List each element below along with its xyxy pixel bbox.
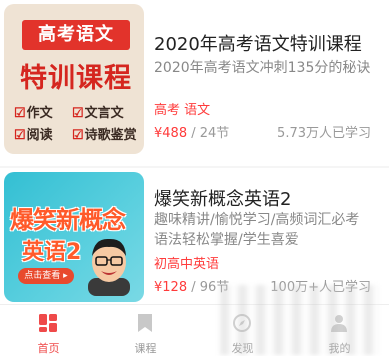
course-price: ¥488 (154, 126, 188, 141)
check-icon: ☑ (14, 106, 26, 121)
bottom-tab-bar: 首页 课程 发现 我的 (0, 304, 389, 356)
tab-profile[interactable]: 我的 (291, 305, 388, 356)
course-card-1[interactable]: 高考语文 特训课程 ☑作文 ☑文言文 ☑阅读 ☑诗歌鉴赏 2020年高考语文特训… (0, 0, 389, 166)
course-title[interactable]: 2020年高考语文特训课程 (154, 30, 362, 56)
check-icon: ☑ (72, 106, 84, 121)
check-icon: ☑ (72, 128, 84, 143)
course-tags: 高考 语文 (154, 103, 211, 118)
thumbnail-banner-title: 高考语文 (22, 20, 130, 50)
profile-icon (331, 315, 347, 332)
teacher-avatar-illustration (88, 238, 130, 296)
course-thumbnail-2[interactable]: 爆笑新概念 英语2 点击查看 ▸ (4, 172, 144, 302)
home-grid-icon (39, 314, 57, 332)
course-price-line: ¥488 / 24节 (154, 122, 229, 141)
course-lesson-count: / 24节 (191, 126, 230, 141)
tab-label: 发现 (231, 342, 254, 355)
bookmark-icon (138, 314, 152, 332)
thumbnail-topic: ☑诗歌鉴赏 (72, 128, 137, 143)
tab-label: 我的 (328, 342, 351, 355)
discover-icon (233, 314, 251, 332)
thumbnail-banner-title: 爆笑新概念 (10, 206, 126, 234)
course-thumbnail-1[interactable]: 高考语文 特训课程 ☑作文 ☑文言文 ☑阅读 ☑诗歌鉴赏 (4, 4, 144, 154)
course-learner-count: 100万+人已学习 (270, 280, 371, 295)
course-description: 趣味精讲/愉悦学习/高频词汇必考语法轻松掌握/学生喜爱 (154, 212, 360, 248)
thumbnail-main-title: 特训课程 (20, 63, 132, 94)
course-price-line: ¥128 / 96节 (154, 276, 229, 295)
tab-label: 首页 (37, 342, 60, 355)
tab-discover[interactable]: 发现 (194, 305, 291, 356)
thumbnail-topic: ☑作文 (14, 106, 53, 121)
tab-courses[interactable]: 课程 (97, 305, 194, 356)
course-lesson-count: / 96节 (191, 280, 230, 295)
tab-label: 课程 (134, 342, 157, 355)
course-title[interactable]: 爆笑新概念英语2 (154, 185, 291, 211)
course-learner-count: 5.73万人已学习 (277, 126, 371, 141)
course-price: ¥128 (154, 280, 188, 295)
thumbnail-view-button: 点击查看 ▸ (18, 268, 74, 284)
tab-home[interactable]: 首页 (0, 305, 97, 356)
thumbnail-main-title: 英语2 (22, 240, 82, 265)
course-description: 2020年高考语文冲刺135分的秘诀 (154, 60, 371, 76)
thumbnail-topic: ☑文言文 (72, 106, 124, 121)
course-tags: 初高中英语 (154, 257, 220, 272)
check-icon: ☑ (14, 128, 26, 143)
thumbnail-topic: ☑阅读 (14, 128, 53, 143)
